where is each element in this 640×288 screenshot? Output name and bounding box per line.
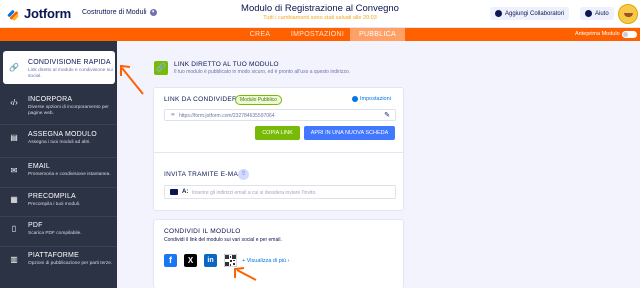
sidebar-item-desc: Precompila i tuoi moduli. [28,202,81,207]
pdf-icon: ▯ [11,224,17,233]
sidebar-item-desc: Assegna i tuoi moduli ad altri. [28,140,91,145]
annotation-arrow [234,267,257,281]
link-badge-icon: 🔗 [154,61,168,75]
user-icon [495,10,502,17]
share-form-subtitle: Condividi il link del modulo sui vari so… [164,237,282,243]
open-new-tab-button[interactable]: APRI IN UNA NUOVA SCHEDA [304,126,395,140]
divider [0,157,117,158]
sidebar-item-prefill[interactable]: ▦ PRECOMPILA Precompila i tuoi moduli. [0,191,117,219]
link-icon: ⚭ [170,112,176,119]
sidebar-item-embed[interactable]: ‹/› INCORPORA Diverse opzioni di incorpo… [0,93,117,123]
form-title[interactable]: Modulo di Registrazione al Convegno [220,3,420,14]
help-button[interactable]: Aiuto [580,7,614,20]
jotform-logo-icon [6,7,20,21]
divider [153,152,404,153]
tab-pubblica[interactable]: PUBBLICA [350,28,405,41]
tab-crea[interactable]: CREA [235,28,285,41]
sidebar-item-quick-share[interactable]: 🔗 CONDIVISIONE RAPIDA Link diretto al mo… [3,51,115,84]
sidebar-item-desc: Link diretto al modulo e condivisione su… [28,68,113,79]
add-collaborators-button[interactable]: Aggiungi Collaboratori [490,7,570,20]
sidebar-item-email[interactable]: ✉ EMAIL Promemoria e condivisione istant… [0,161,117,189]
share-link-label: LINK DA CONDIVIDERE [164,96,242,103]
sidebar-item-title: PIATTAFORME [28,252,79,259]
edit-pencil-icon[interactable]: ✎ [384,111,390,119]
divider [0,187,117,188]
sidebar-item-pdf[interactable]: ▯ PDF Scarica PDF compilabile. [0,220,117,248]
chevron-down-icon: ▾ [149,9,157,16]
link-icon: 🔗 [9,63,19,72]
annotation-arrow [120,64,144,95]
top-bar: Jotform Costruttore di Moduli ▾ Modulo d… [0,0,640,28]
add-collaborators-label: Aggiungi Collaboratori [505,10,565,17]
preview-label: Anteprima Modulo [575,31,620,37]
invite-email-input[interactable]: A: Inserire gli indirizzi email a cui si… [164,185,396,199]
sidebar-item-title: CONDIVISIONE RAPIDA [28,59,111,66]
assign-icon: ▤ [10,133,18,142]
sidebar-item-title: EMAIL [28,163,51,170]
builder-menu-label: Costruttore di Moduli [82,9,147,16]
x-icon[interactable]: X [184,254,197,267]
divider [0,216,117,217]
preview-toggle[interactable] [622,31,637,38]
builder-menu[interactable]: Costruttore di Moduli ▾ [82,9,157,16]
help-label: Aiuto [595,10,609,17]
invite-label: INVITA TRAMITE E-MAIL [164,171,245,178]
to-label: A: [182,189,189,195]
sidebar-item-title: PDF [28,222,43,229]
divider [0,246,117,247]
direct-link-title: LINK DIRETTO AL TUO MODULO [174,61,279,68]
settings-icon [352,96,358,102]
direct-link-subtitle: Il tuo modulo è pubblicato in modo sicur… [174,69,351,75]
sidebar-item-desc: Diverse opzioni di incorporamento per pa… [28,105,109,116]
copy-link-button[interactable]: COPIA LINK [255,126,300,140]
prefill-icon: ▦ [10,195,18,204]
help-icon [585,10,592,17]
save-status: Tutti i cambiamenti sono stati salvati a… [263,15,377,21]
email-icon: ✉ [10,166,18,175]
share-form-title: CONDIVIDI IL MODULO [164,228,241,235]
facebook-icon[interactable]: f [164,254,177,267]
settings-link[interactable]: Impostazioni [352,96,391,102]
sidebar-item-title: INCORPORA [28,96,73,103]
form-url: https://form.jotform.com/232784635597064 [179,113,275,119]
sidebar: 🔗 CONDIVISIONE RAPIDA Link diretto al mo… [0,41,117,288]
jotform-logo[interactable]: Jotform [6,6,71,21]
upload-icon[interactable]: ⇧ [238,169,249,180]
sidebar-item-assign[interactable]: ▤ ASSEGNA MODULO Assegna i tuoi moduli a… [0,128,117,158]
sidebar-item-platforms[interactable]: ▥ PIATTAFORME Opzioni di pubblicazione p… [0,250,117,282]
settings-link-label: Impostazioni [360,96,391,102]
tab-impostazioni[interactable]: IMPOSTAZIONI [285,28,350,41]
sidebar-item-desc: Opzioni di pubblicazione per parti terze… [28,261,113,266]
divider [0,124,117,125]
nav-bar: CREA IMPOSTAZIONI PUBBLICA Anteprima Mod… [0,28,640,41]
sidebar-item-title: PRECOMPILA [28,193,76,200]
invite-placeholder: Inserire gli indirizzi email a cui si de… [192,190,317,196]
view-more-link[interactable]: + Visualizza di più › [242,258,289,264]
logo-text: Jotform [24,6,71,21]
linkedin-icon[interactable]: in [204,254,217,267]
sidebar-item-desc: Promemoria e condivisione istantanea. [28,172,111,177]
sidebar-item-desc: Scarica PDF compilabile. [28,231,82,236]
email-icon [170,189,178,195]
avatar[interactable] [618,4,638,24]
form-url-field[interactable]: ⚭ https://form.jotform.com/2327846355970… [164,109,396,121]
platforms-icon: ▥ [10,255,18,264]
public-form-badge: Modulo Pubblico [235,95,282,105]
form-title-block: Modulo di Registrazione al Convegno Tutt… [220,3,420,21]
sidebar-item-title: ASSEGNA MODULO [28,131,97,138]
code-icon: ‹/› [10,98,18,107]
